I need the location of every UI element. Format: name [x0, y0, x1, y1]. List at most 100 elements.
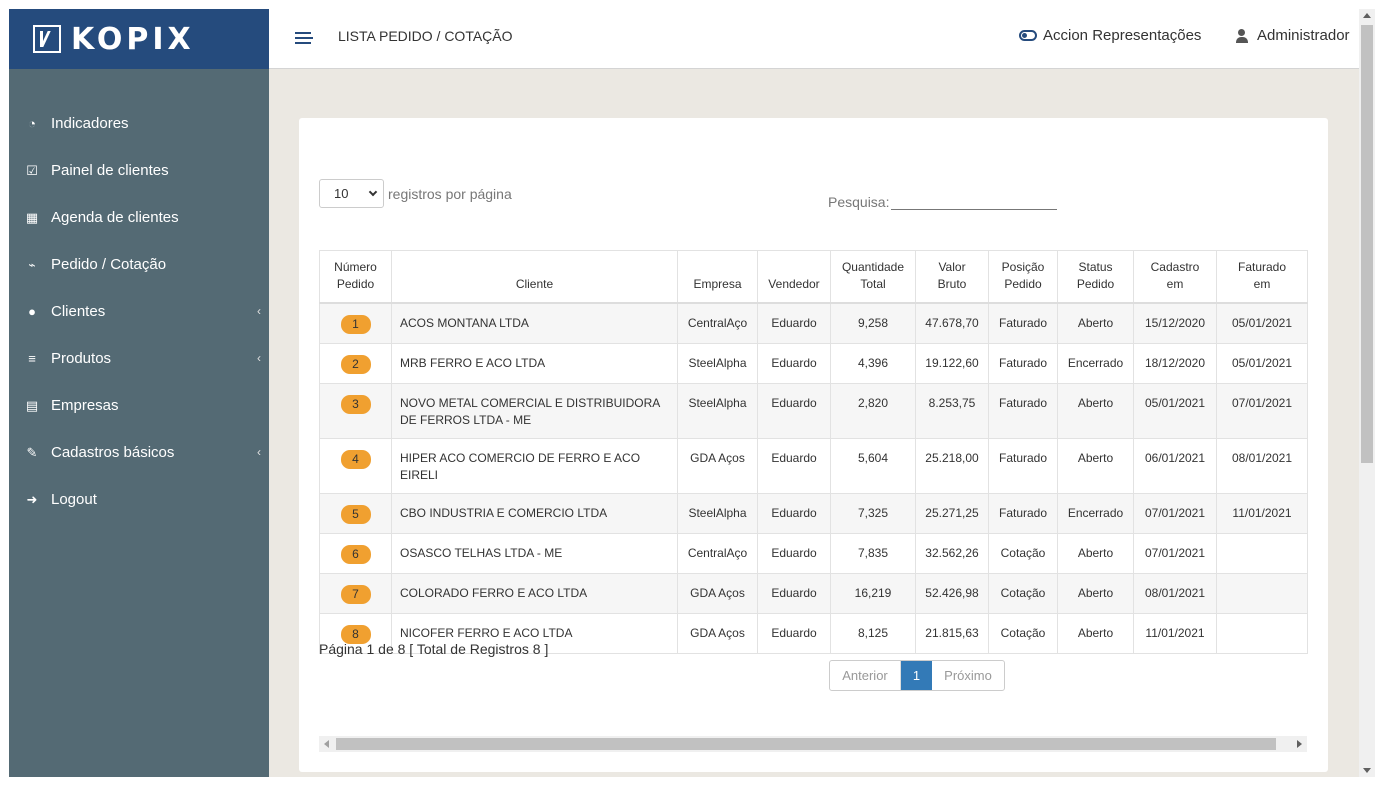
table-row[interactable]: 2 MRB FERRO E ACO LTDA SteelAlpha Eduardo 4,…: [319, 342, 1308, 384]
order-number-badge[interactable]: 7: [340, 584, 371, 604]
cell-text: 25.218,00: [925, 450, 979, 465]
user-menu[interactable]: Administrador: [1235, 27, 1350, 44]
column-header-empresa[interactable]: Empresa: [677, 250, 758, 304]
previous-page-button[interactable]: Anterior: [830, 661, 901, 690]
cell-text: 47.678,70: [925, 315, 979, 330]
page-length-select[interactable]: 10: [319, 179, 384, 208]
cell-posicao-pedido: Faturado: [988, 382, 1058, 439]
chevron-left-icon: ‹: [257, 445, 261, 459]
cell-valor-bruto: 25.218,00: [915, 437, 989, 494]
scroll-down-arrow-icon[interactable]: [1363, 768, 1371, 773]
column-header-cadastro-em[interactable]: Cadastro em: [1133, 250, 1217, 304]
search-input[interactable]: [891, 194, 1058, 210]
table-row[interactable]: 4 HIPER ACO COMERCIO DE FERRO E ACO EIREL…: [319, 437, 1308, 494]
cell-text: Eduardo: [771, 585, 817, 600]
column-header-quantidade-total[interactable]: Quantidade Total: [830, 250, 916, 304]
cell-numero-pedido: 4: [319, 437, 392, 494]
table-row[interactable]: 7 COLORADO FERRO E ACO LTDA GDA Aços Eduard…: [319, 572, 1308, 614]
table-row[interactable]: 3 NOVO METAL COMERCIAL E DISTRIBUIDORA DE…: [319, 382, 1308, 439]
page-length-value: 10: [334, 186, 349, 201]
brand-name: KOPIX: [71, 21, 195, 57]
column-header-posicao-pedido[interactable]: Posição Pedido: [988, 250, 1058, 304]
cell-numero-pedido: 2: [319, 342, 392, 384]
next-page-button[interactable]: Próximo: [932, 661, 1004, 690]
sidebar-item-label: Agenda de clientes: [51, 209, 179, 226]
hamburger-menu-icon[interactable]: [295, 32, 313, 46]
column-header-status-pedido[interactable]: Status Pedido: [1057, 250, 1134, 304]
sidebar-item-clientes[interactable]: ● Clientes ‹: [9, 288, 269, 335]
sidebar: KOPIX ◔ Indicadores ☑ Painel de clientes ▦ Ag…: [9, 9, 269, 777]
cell-vendedor: Eduardo: [757, 437, 831, 494]
scrollbar-thumb[interactable]: [1361, 25, 1373, 463]
cell-posicao-pedido: Faturado: [988, 492, 1058, 534]
cell-text: 8.253,75: [928, 395, 976, 410]
sidebar-item-painel-de-clientes[interactable]: ☑ Painel de clientes: [9, 147, 269, 194]
cell-empresa: SteelAlpha: [677, 382, 758, 439]
scroll-left-arrow-icon[interactable]: [324, 740, 329, 748]
cell-numero-pedido: 3: [319, 382, 392, 439]
cell-status-pedido: Encerrado: [1057, 492, 1134, 534]
toggle-icon: [1019, 30, 1037, 41]
order-number-badge[interactable]: 1: [340, 314, 371, 334]
cell-text: 19.122,60: [925, 355, 979, 370]
cell-quantidade-total: 7,835: [830, 532, 916, 574]
order-number-badge[interactable]: 4: [340, 449, 371, 469]
cell-empresa: SteelAlpha: [677, 342, 758, 384]
cell-faturado-em: [1216, 572, 1308, 614]
column-header-text: Pedido: [1004, 276, 1042, 291]
search-control: Pesquisa:: [828, 194, 1058, 210]
sidebar-item-produtos[interactable]: ≡ Produtos ‹: [9, 335, 269, 382]
cell-text: Eduardo: [771, 450, 817, 465]
column-header-text: Número: [334, 259, 377, 274]
table-horizontal-scrollbar[interactable]: [319, 736, 1307, 752]
cell-text: ACOS MONTANA LTDA: [400, 315, 529, 330]
column-header-faturado-em[interactable]: Faturado em: [1216, 250, 1308, 304]
sidebar-item-agenda-de-clientes[interactable]: ▦ Agenda de clientes: [9, 194, 269, 241]
column-header-cliente[interactable]: Cliente: [391, 250, 678, 304]
cell-quantidade-total: 4,396: [830, 342, 916, 384]
sidebar-item-cadastros-b-sicos[interactable]: ✎ Cadastros básicos ‹: [9, 429, 269, 476]
column-header-valor-bruto[interactable]: Valor Bruto: [915, 250, 989, 304]
column-header-text: Bruto: [937, 276, 967, 291]
sidebar-item-indicadores[interactable]: ◔ Indicadores: [9, 100, 269, 147]
order-number-badge[interactable]: 6: [340, 544, 371, 564]
cell-vendedor: Eduardo: [757, 382, 831, 439]
cell-quantidade-total: 9,258: [830, 302, 916, 344]
cell-text: Faturado: [998, 315, 1048, 330]
column-header-text: Total: [860, 276, 886, 291]
table-row[interactable]: 6 OSASCO TELHAS LTDA - ME CentralAço Eduard…: [319, 532, 1308, 574]
users-icon: ●: [28, 304, 36, 319]
order-number-badge[interactable]: 2: [340, 354, 371, 374]
order-number-badge[interactable]: 5: [340, 504, 371, 524]
cell-cliente: CBO INDUSTRIA E COMERCIO LTDA: [391, 492, 678, 534]
cell-posicao-pedido: Cotação: [988, 532, 1058, 574]
scroll-up-arrow-icon[interactable]: [1363, 13, 1371, 18]
cell-text: 52.426,98: [925, 585, 979, 600]
cell-text: Aberto: [1077, 625, 1114, 640]
company-switch[interactable]: Accion Representações: [1019, 27, 1201, 44]
sidebar-item-logout[interactable]: ➜ Logout: [9, 476, 269, 523]
cell-cadastro-em: 06/01/2021: [1133, 437, 1217, 494]
sidebar-item-empresas[interactable]: ▤ Empresas: [9, 382, 269, 429]
cell-text: 18/12/2020: [1144, 355, 1206, 370]
sidebar-item-label: Painel de clientes: [51, 162, 169, 179]
sidebar-item-pedido-cota-o[interactable]: ⌁ Pedido / Cotação: [9, 241, 269, 288]
cell-empresa: GDA Aços: [677, 572, 758, 614]
cell-text: 07/01/2021: [1144, 505, 1206, 520]
scroll-right-arrow-icon[interactable]: [1297, 740, 1302, 748]
order-number-badge[interactable]: 3: [340, 394, 371, 414]
cell-text: NOVO METAL COMERCIAL E DISTRIBUIDORA DE …: [400, 395, 660, 427]
cell-text: MRB FERRO E ACO LTDA: [400, 355, 546, 370]
brand-logo[interactable]: KOPIX: [9, 9, 269, 69]
cell-posicao-pedido: Cotação: [988, 612, 1058, 654]
table-row[interactable]: 5 CBO INDUSTRIA E COMERCIO LTDA SteelAlpha…: [319, 492, 1308, 534]
cell-text: 5,604: [857, 450, 889, 465]
cell-cliente: HIPER ACO COMERCIO DE FERRO E ACO EIRELI: [391, 437, 678, 494]
table-row[interactable]: 1 ACOS MONTANA LTDA CentralAço Eduardo 9,258…: [319, 302, 1308, 344]
page-scrollbar[interactable]: [1359, 9, 1375, 777]
cell-text: 05/01/2021: [1231, 315, 1293, 330]
horizontal-scrollbar-thumb[interactable]: [336, 738, 1276, 750]
column-header-numero-pedido[interactable]: Número Pedido: [319, 250, 392, 304]
page-1-button[interactable]: 1: [901, 661, 932, 690]
column-header-vendedor[interactable]: Vendedor: [757, 250, 831, 304]
